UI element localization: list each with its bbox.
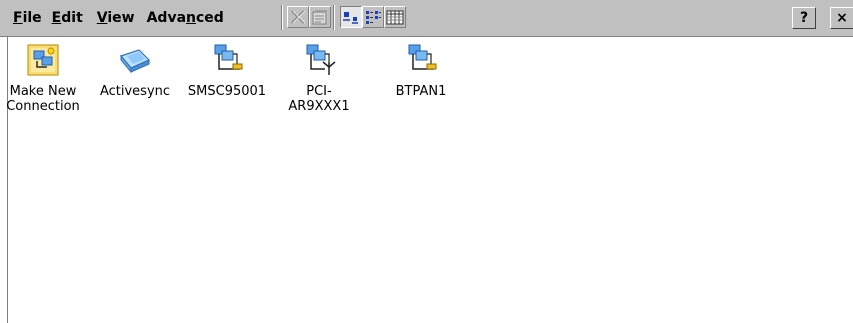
large-icons-view-button[interactable] [340, 6, 362, 28]
list-icon [366, 11, 381, 24]
connection-item-smsc95001[interactable]: SMSC95001 [181, 42, 273, 99]
help-button[interactable]: ? [792, 7, 816, 29]
close-button[interactable]: × [830, 7, 853, 29]
wired-network-icon [214, 44, 243, 70]
connection-item-activesync[interactable]: Activesync [89, 42, 181, 99]
connection-item-btpan1[interactable]: BTPAN1 [375, 42, 467, 99]
delete-icon [291, 10, 306, 24]
wireless-network-icon [306, 44, 336, 75]
connection-item-make-new[interactable]: Make New Connection [0, 42, 89, 114]
delete-button[interactable] [287, 6, 309, 28]
toolbar-separator [333, 5, 335, 30]
menu-advanced[interactable]: Advanced [142, 8, 229, 28]
close-icon: × [836, 10, 848, 26]
command-bar: File Edit View Advanced ? × [0, 0, 853, 37]
properties-button[interactable] [309, 6, 331, 28]
properties-icon [312, 10, 327, 25]
details-view-button[interactable] [384, 6, 406, 28]
menu-file[interactable]: File [8, 8, 47, 28]
menu-edit[interactable]: Edit [47, 8, 88, 28]
menu-view[interactable]: View [92, 8, 140, 28]
connection-item-pci-ar9xxx1[interactable]: PCI- AR9XXX1 [273, 42, 365, 114]
wired-network-icon [408, 44, 437, 70]
large-icons-icon [343, 12, 358, 24]
list-view-button[interactable] [362, 6, 384, 28]
activesync-icon [119, 49, 151, 74]
details-icon [386, 10, 404, 25]
make-new-connection-icon [27, 44, 59, 76]
menu-bar: File Edit View Advanced [8, 8, 229, 28]
toolbar-separator [281, 5, 283, 30]
